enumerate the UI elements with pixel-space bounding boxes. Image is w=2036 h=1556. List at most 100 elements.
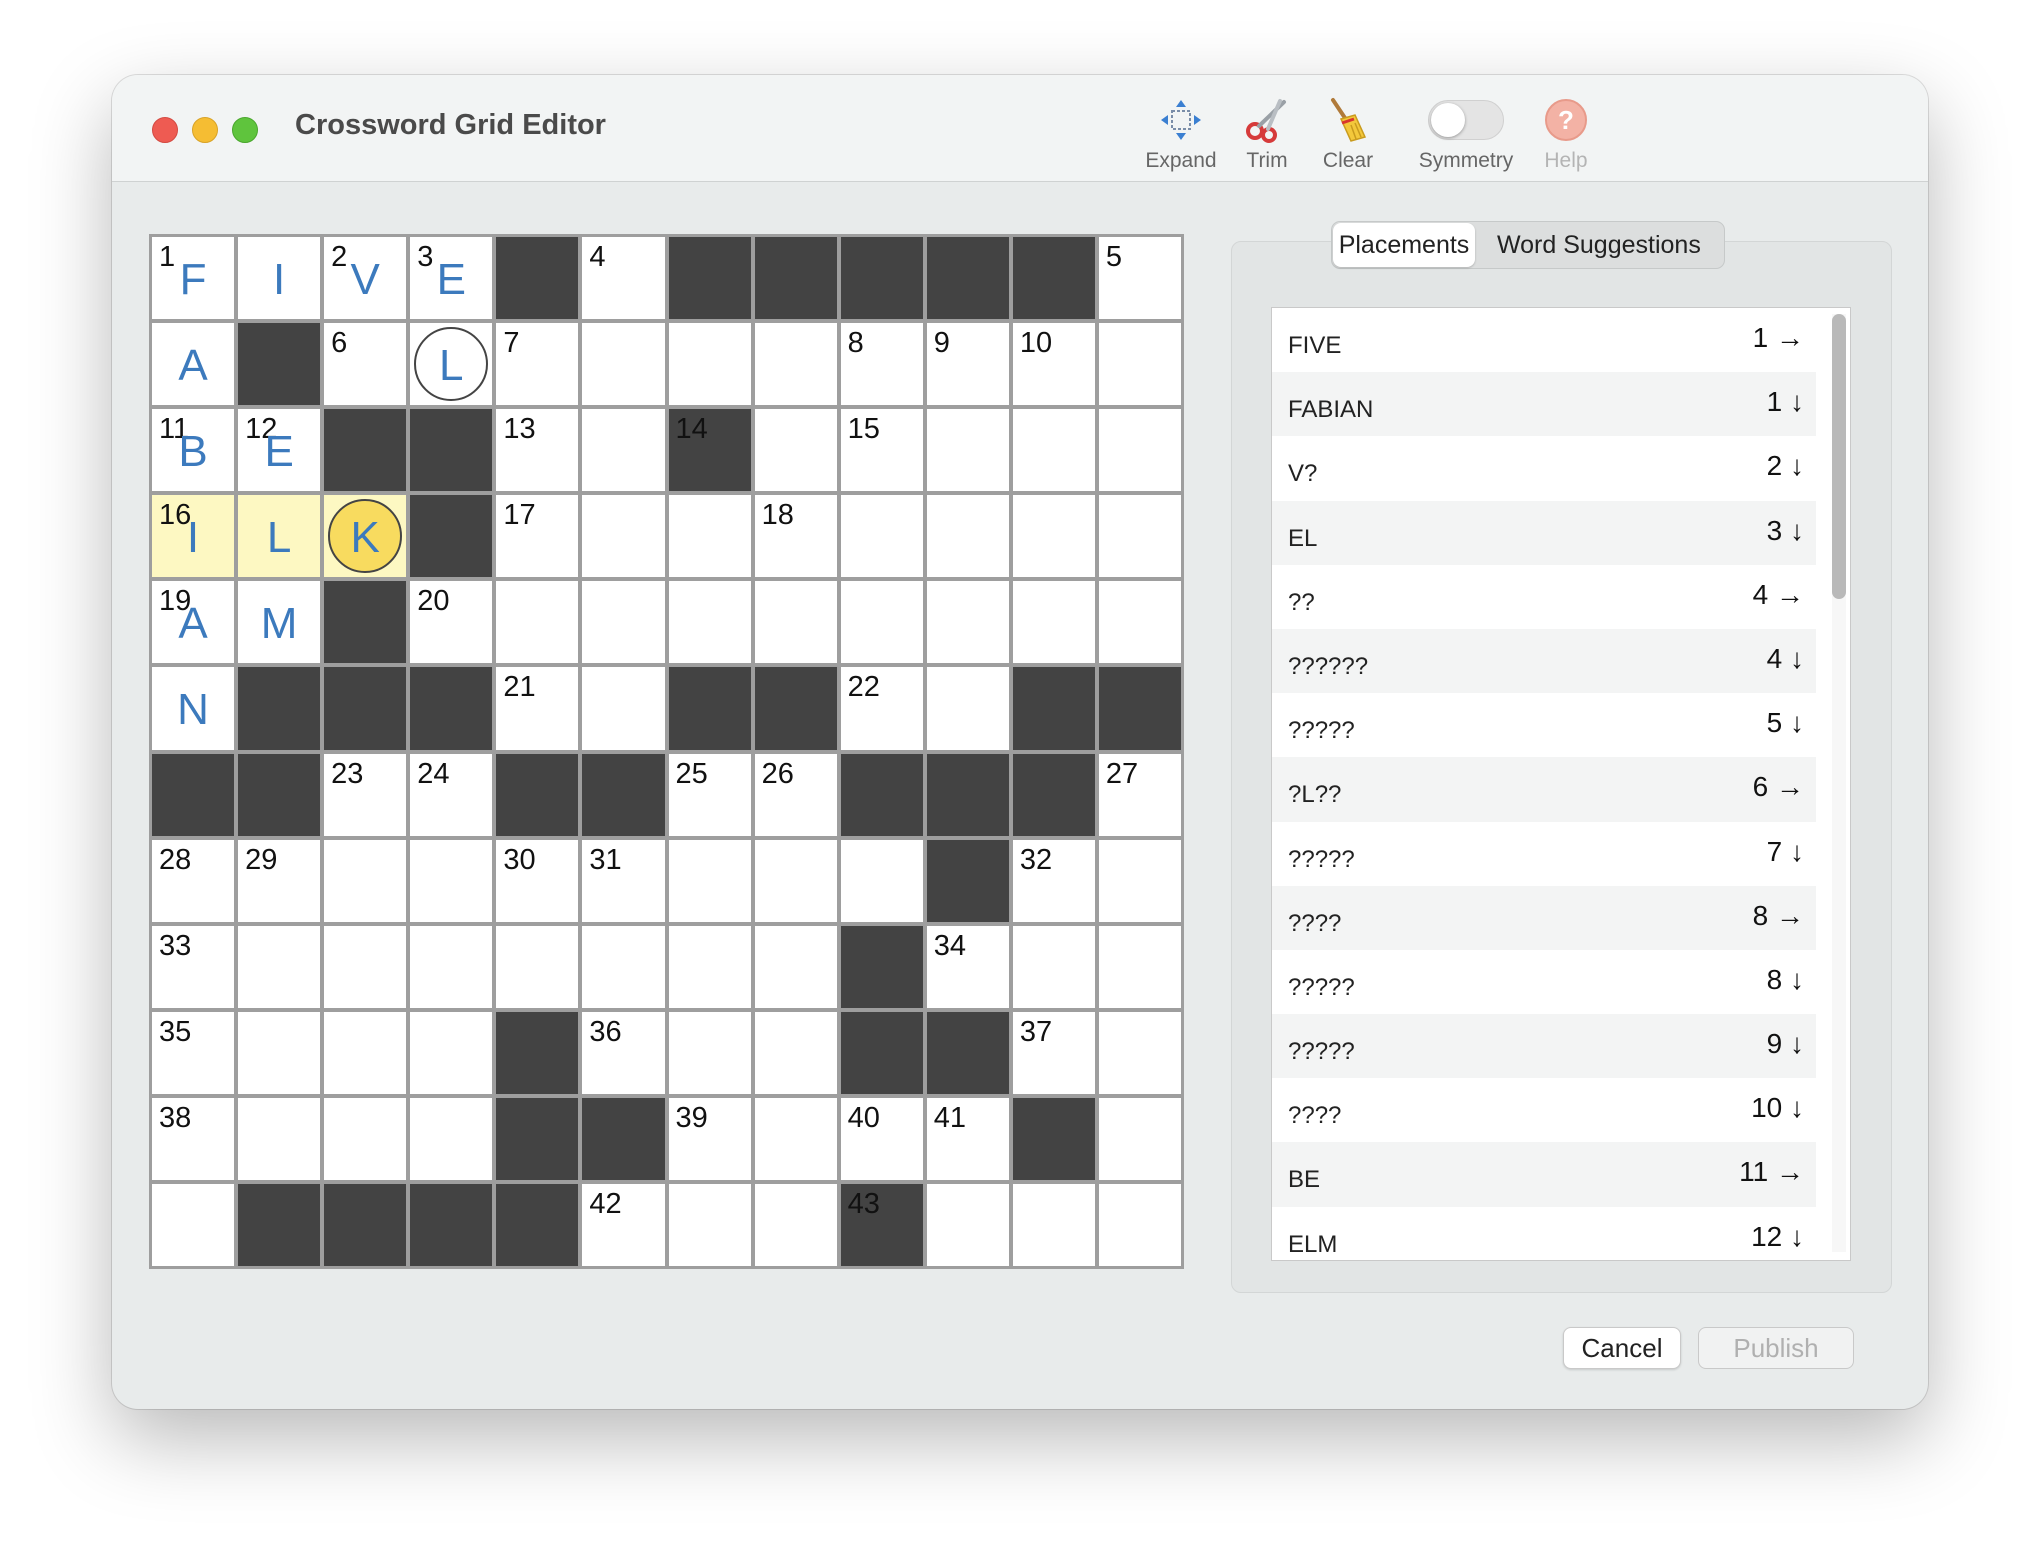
black-square[interactable]	[324, 667, 407, 750]
grid-cell[interactable]	[668, 581, 751, 664]
placement-row[interactable]: ????? 9 ↓	[1272, 1014, 1816, 1079]
black-square[interactable]	[1012, 753, 1095, 836]
grid-cell[interactable]: 20	[410, 581, 493, 664]
grid-cell[interactable]	[926, 409, 1009, 492]
grid-cell[interactable]	[926, 667, 1009, 750]
grid-cell[interactable]: 24	[410, 753, 493, 836]
grid-cell[interactable]	[238, 1011, 321, 1094]
grid-cell[interactable]: 32	[1012, 839, 1095, 922]
grid-cell[interactable]	[582, 667, 665, 750]
grid-cell[interactable]: 37	[1012, 1011, 1095, 1094]
grid-cell[interactable]	[840, 495, 923, 578]
grid-cell[interactable]: A	[152, 323, 235, 406]
placement-row[interactable]: FABIAN 1 ↓	[1272, 372, 1816, 437]
grid-cell[interactable]: 30	[496, 839, 579, 922]
grid-cell[interactable]	[668, 1011, 751, 1094]
grid-cell[interactable]: 27	[1098, 753, 1181, 836]
black-square[interactable]	[324, 409, 407, 492]
grid-cell[interactable]: 31	[582, 839, 665, 922]
grid-cell[interactable]: 2V	[324, 237, 407, 320]
grid-cell[interactable]	[582, 323, 665, 406]
grid-cell[interactable]: 6	[324, 323, 407, 406]
grid-cell[interactable]: 7	[496, 323, 579, 406]
black-square[interactable]	[152, 753, 235, 836]
black-square[interactable]	[410, 1183, 493, 1266]
grid-cell[interactable]: 18	[754, 495, 837, 578]
black-square[interactable]: 14	[668, 409, 751, 492]
trim-button[interactable]: Trim	[1232, 95, 1302, 173]
grid-cell[interactable]	[668, 1183, 751, 1266]
symmetry-toggle[interactable]	[1428, 100, 1504, 140]
grid-cell[interactable]: 34	[926, 925, 1009, 1008]
grid-cell[interactable]	[668, 323, 751, 406]
black-square[interactable]	[238, 667, 321, 750]
black-square[interactable]	[754, 237, 837, 320]
grid-cell[interactable]	[1098, 925, 1181, 1008]
grid-cell[interactable]	[1098, 839, 1181, 922]
grid-cell[interactable]	[668, 925, 751, 1008]
grid-cell[interactable]	[582, 581, 665, 664]
black-square[interactable]	[582, 753, 665, 836]
grid-cell[interactable]: 39	[668, 1097, 751, 1180]
black-square[interactable]	[496, 1097, 579, 1180]
grid-cell[interactable]	[324, 839, 407, 922]
grid-cell[interactable]: 23	[324, 753, 407, 836]
grid-cell[interactable]: N	[152, 667, 235, 750]
black-square[interactable]	[754, 667, 837, 750]
black-square[interactable]	[496, 1183, 579, 1266]
black-square[interactable]	[238, 1183, 321, 1266]
grid-cell[interactable]	[152, 1183, 235, 1266]
grid-cell[interactable]	[754, 839, 837, 922]
black-square[interactable]	[324, 581, 407, 664]
close-window-button[interactable]	[152, 117, 178, 143]
placement-row[interactable]: V? 2 ↓	[1272, 436, 1816, 500]
grid-cell[interactable]: 38	[152, 1097, 235, 1180]
grid-cell[interactable]: 21	[496, 667, 579, 750]
grid-cell[interactable]	[1098, 495, 1181, 578]
minimize-window-button[interactable]	[192, 117, 218, 143]
tab-word-suggestions[interactable]: Word Suggestions	[1475, 223, 1723, 267]
grid-cell[interactable]: 28	[152, 839, 235, 922]
grid-cell[interactable]: 29	[238, 839, 321, 922]
grid-cell[interactable]: 11 B	[152, 409, 235, 492]
grid-cell[interactable]	[238, 925, 321, 1008]
grid-cell[interactable]	[668, 495, 751, 578]
grid-cell[interactable]: M	[238, 581, 321, 664]
tab-placements[interactable]: Placements	[1333, 223, 1475, 267]
grid-cell[interactable]: 26	[754, 753, 837, 836]
grid-cell[interactable]: 22	[840, 667, 923, 750]
black-square[interactable]	[668, 667, 751, 750]
grid-cell[interactable]: 13	[496, 409, 579, 492]
placement-row[interactable]: ????? 7 ↓	[1272, 822, 1816, 886]
placement-row[interactable]: FIVE 1 →	[1272, 308, 1816, 372]
black-square[interactable]	[496, 237, 579, 320]
placement-row[interactable]: ?????? 4 ↓	[1272, 628, 1816, 694]
black-square[interactable]	[840, 237, 923, 320]
grid-cell[interactable]: 40	[840, 1097, 923, 1180]
black-square[interactable]: 43	[840, 1183, 923, 1266]
grid-cell[interactable]	[582, 925, 665, 1008]
scrollbar-thumb[interactable]	[1832, 314, 1846, 599]
black-square[interactable]	[238, 323, 321, 406]
grid-cell[interactable]: 35	[152, 1011, 235, 1094]
grid-cell[interactable]	[324, 925, 407, 1008]
publish-button[interactable]: Publish	[1698, 1327, 1854, 1369]
grid-cell[interactable]: 10	[1012, 323, 1095, 406]
maximize-window-button[interactable]	[232, 117, 258, 143]
grid-cell[interactable]	[410, 1097, 493, 1180]
grid-cell[interactable]	[1098, 323, 1181, 406]
grid-cell[interactable]	[754, 1011, 837, 1094]
selected-cell[interactable]: K	[324, 495, 407, 578]
grid-cell[interactable]	[410, 839, 493, 922]
grid-cell[interactable]	[1098, 581, 1181, 664]
grid-cell[interactable]: I	[238, 237, 321, 320]
grid-cell[interactable]	[582, 409, 665, 492]
grid-cell[interactable]: 3E	[410, 237, 493, 320]
placement-row[interactable]: ?L?? 6 →	[1272, 757, 1816, 822]
black-square[interactable]	[926, 839, 1009, 922]
grid-cell[interactable]	[410, 925, 493, 1008]
black-square[interactable]	[840, 1011, 923, 1094]
placement-row[interactable]: ????? 8 ↓	[1272, 950, 1816, 1014]
grid-cell[interactable]	[840, 839, 923, 922]
placement-row[interactable]: BE 11 →	[1272, 1142, 1816, 1207]
